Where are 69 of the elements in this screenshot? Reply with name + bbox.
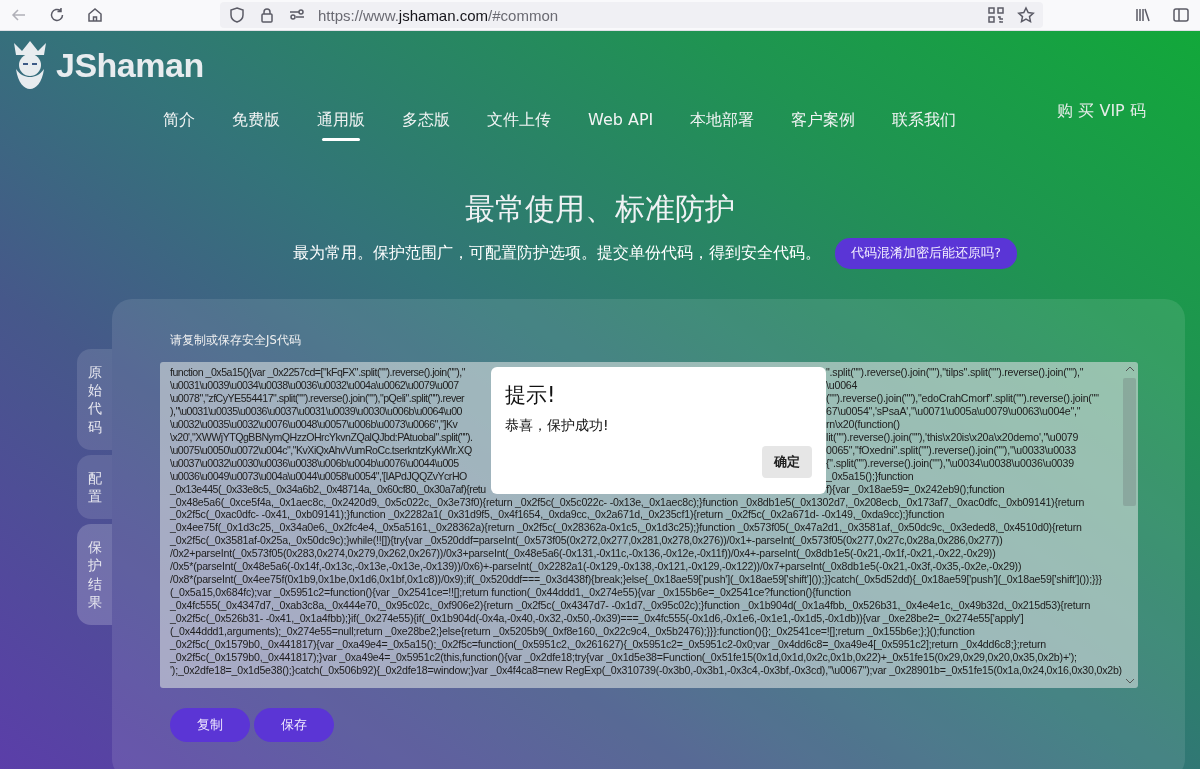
lock-icon[interactable] [258,6,276,24]
code-line: f){var _0x18ae59=_0x242eb9();function [826,482,1005,496]
code-line: (_0x44ddd1,arguments);_0x274e55=null;return _0xe28be2;}else{return _0x5205b9(_0xf8e160,_0x22c9c4,_0x5b2476);}}}:function(){};_0x2541ce=![];return _0x155b6e;};}();function [170,625,976,638]
code-line: \u0075\u0050\u0072\u004c","KvXiQxAhvVumRoCc.tserkntzKykWlr.XQ [170,443,472,457]
code-line: 0065","fOxedni".split("").reverse().join(""),"\u0033\u0033 [826,443,1076,457]
output-label: 请复制或保存安全JS代码 [170,333,302,348]
code-line: \u0032\u0035\u0032\u0076\u0048\u0057\u006b\u0073\u0066","]Kv [170,417,458,431]
nav-link[interactable]: 通用版 [317,104,365,141]
code-line: {".split("").reverse().join(""),"\u0034\u0038\u0036\u0039 [826,456,1074,470]
code-line: /0x8*(parseInt(_0x4ee75f(0x1b9,0x1be,0x1d6,0x1bf,0x1c8))/0x9);if(_0x520ddf===_0x3d438f){break;}else{_0x18ae59['push'](_0x18ae59['shift']());}}catch(_0x5d52dd){_0x18ae59['push'](_0x18ae59['shift']());}}} [170,573,1103,587]
side-tab[interactable]: 配置 [77,454,112,520]
code-line: _0x2f5c(_0x1579b0,_0x441817);}var _0xa49e4=_0x5951c2(this,function(){var _0x2dfe18;try{var _0x1d5e38=Function(_0x51fe15(0x1d,0x1d,0x2c,0x1b,0x22)+_0x51fe15(0x29,0x29,0x20,0x35,0x2b)+'); [170,650,1078,664]
code-line: /0x5*(parseInt(_0x48e5a6(-0x14f,-0x13c,-0x13e,-0x13e,-0x139))/0x6)+-parseInt(_0x2282a1(-0x129,-0x138,-0x121,-0x129,-0x122))/0x7+parseInt(_0x8db1e5(-0x21,-0x3f,-0x35,-0x2e,-0x29)) [170,560,1023,574]
dialog-title: 提示! [505,382,557,409]
code-line: (_0x5a15,0x684fc);var _0x5951c2=function(){var _0x2541ce=!![];return function(_0x44ddd1,_0x274e55){var _0x155b6e=_0x2541ce?function(){function [170,586,852,600]
code-line: \u0078","zfCyYE554417".split("").reverse().join(""),"pQeli".split("").rever [170,391,465,405]
code-line: \x20',"XWWjYTQgBBNymQHzzOHrcYkvnZQalQJbd:PAtuobal".split(""). [170,430,473,444]
code-line: \u0031\u0039\u0034\u0038\u0036\u0032\u004a\u0062\u0079\u007 [170,378,459,392]
nav-link[interactable]: 联系我们 [892,104,957,141]
nav-link[interactable]: 文件上传 [487,104,551,141]
code-line: rn\x20(function() [826,417,900,431]
home-icon[interactable] [86,6,104,24]
code-line: _0x48e5a6(_0xce5f4a,_0x1aec8c,_0x2420d9,_0x5c022c,_0x3e73f0){return _0x2f5c(_0x5c022c- -0x13e,_0x1aec8c);}function _0x8db1e5(_0x1302d7,_0x208ecb,_0x173af7,_0xac0dfc,_0xb09141){return [170,495,1086,509]
ok-button[interactable]: 确定 [762,446,812,478]
code-line: ');_0x2dfe18=_0x1d5e38();}catch(_0x506b92){_0x2dfe18=window;}var _0x4f4ca8=new RegExp(_0x310739(-0x3b0,-0x3b1,-0x3c4,-0x3bf,-0x3cd),"\u0067");var _0x28901b=_0x51fe15(0x1a,0x24,0x16,0x30,0x2b) [170,663,1123,677]
nav-link[interactable]: 免费版 [232,104,280,141]
scroll-up-icon[interactable] [1125,366,1135,372]
side-tab[interactable]: 保护结果 [77,524,112,625]
shield-icon[interactable] [228,6,246,24]
buy-vip-link[interactable]: 购 买 VIP 码 [1057,101,1146,122]
code-line: ),"\u0031\u0035\u0036\u0037\u0031\u0039\u0030\u006b\u0064\u00 [170,404,462,418]
side-tab[interactable]: 原始代码 [77,349,112,450]
action-button[interactable]: 复制 [170,708,250,742]
page-title: 最常使用、标准防护 [464,190,736,228]
code-line: _0x4ee75f(_0x1d3c25,_0x34a0e6,_0x2fc4e4,_0x5a5161,_0x28362a){return _0x2f5c(_0x28362a-0x1c5,_0x1d3c25);}function _0x573f05(_0x47a2d1,_0x3581af,_0x50dc9c,_0x3eded8,_0x4510d0){return [170,521,1083,535]
code-line: \u0037\u0032\u0030\u0036\u0038\u006b\u004b\u0076\u0044\u005 [170,456,459,470]
dialog-message: 恭喜，保护成功! [505,417,610,435]
nav-link[interactable]: 客户案例 [791,104,856,141]
code-line: \u0064 [826,378,858,392]
code-line: /0x2+parseInt(_0x573f05(0x283,0x274,0x279,0x262,0x267))/0x3+parseInt(_0x48e5a6(-0x131,-0x11c,-0x136,-0x12e,-0x11f))/0x4+-parseInt(_0x8db1e5(-0x21,-0x1f,-0x21,-0x22,-0x29)) [170,547,997,561]
nav-link[interactable]: 简介 [163,104,195,141]
code-line: _0x2f5c(_0x526b31- -0x41,_0x1a4fbb);}if(_0x274e55){if(_0x1b904d(-0x4a,-0x40,-0x32,-0x50,-0x39)===_0x4fc555(-0x1d6,-0x1e6,-0x1e1,-0x1d5,-0x1db)){var _0xe28be2=_0x274e55['apply'] [170,612,1025,626]
code-line: lit("").reverse().join(""),'this\x20is\x20a\x20demo',"\u0079 [826,430,1079,444]
code-line: \u0036\u0049\u0073\u004a\u0044\u0058\u0054",'[IAPdJQQZvYcrHO [170,469,467,483]
scroll-down-icon[interactable] [1125,678,1135,684]
code-line: ("").reverse().join(""),"edoCrahCmorf".split("").reverse().join("" [826,391,1099,405]
star-icon[interactable] [1017,6,1035,24]
code-line: function _0x5a15(){var _0x2257cd=["kFqFX".split("").reverse().join("")," [170,366,466,379]
nav-link[interactable]: 本地部署 [690,104,755,141]
library-icon[interactable] [1134,6,1152,24]
sidebar-icon[interactable] [1172,6,1190,24]
code-line: _0x4fc555(_0x4347d7,_0xab3c8a,_0x444e70,_0x95c02c,_0xf906e2){return _0x2f5c(_0x4347d7- -0x1d7,_0x95c02c);}function _0x1b904d(_0x1a4fbb,_0x526b31,_0x4e4e1c,_0x49b32d,_0x215d53){return [170,599,1092,613]
scrollbar-thumb[interactable] [1123,378,1136,506]
code-line: ".split("").reverse().join(""),"tilps".split("").reverse().join("")," [826,366,1084,379]
faq-button[interactable]: 代码混淆加密后能还原吗? [835,238,1017,269]
subtitle: 最为常用。保护范围广，可配置防护选项。提交单份代码，得到安全代码。 [293,243,822,264]
reload-icon[interactable] [48,6,66,24]
code-area[interactable] [160,362,1138,688]
code-line: _0x2f5c(_0x1579b0,_0x441817){var _0xa49e4=_0x5a15();_0x2f5c=function(_0x5951c2,_0x261627){_0x5951c2=_0x5951c2-0x0;var _0x4dd6c8=_0xa49e4[_0x5951c2];return _0x4dd6c8;};return [170,638,1047,651]
code-line: _0x5a15();}function [826,469,914,483]
code-line: _0x13e445(_0x33e8c5,_0x34a6b2,_0x48714a,_0x60cf80,_0x30a7af){retu [170,482,486,496]
qr-code-icon[interactable] [987,6,1005,24]
code-line: _0x2f5c(_0xac0dfc- -0x41,_0xb09141);}function _0x2282a1(_0x31d9f5,_0x4f1654,_0xda9cc,_0x2a671d,_0x235cf1){return _0x2f5c(_0x2a671d- -0x149,_0xda9cc);}function [170,508,946,522]
action-button[interactable]: 保存 [254,708,334,742]
nav-link[interactable]: 多态版 [402,104,450,141]
nav-link[interactable]: Web API [588,104,654,139]
logo-text[interactable]: JShaman [56,45,204,85]
code-line: 67\u0054",'sPsaA',"\u0071\u005a\u0079\u0063\u004e"," [826,404,1081,418]
code-line: _0x2f5c(_0x3581af-0x25a,_0x50dc9c);}while(!![]){try{var _0x520ddf=parseInt(_0x573f05(0x272,0x277,0x281,0x278,0x276))/0x1+-parseInt(_0x573f05(0x277,0x27c,0x28a,0x286,0x277)) [170,534,1004,548]
